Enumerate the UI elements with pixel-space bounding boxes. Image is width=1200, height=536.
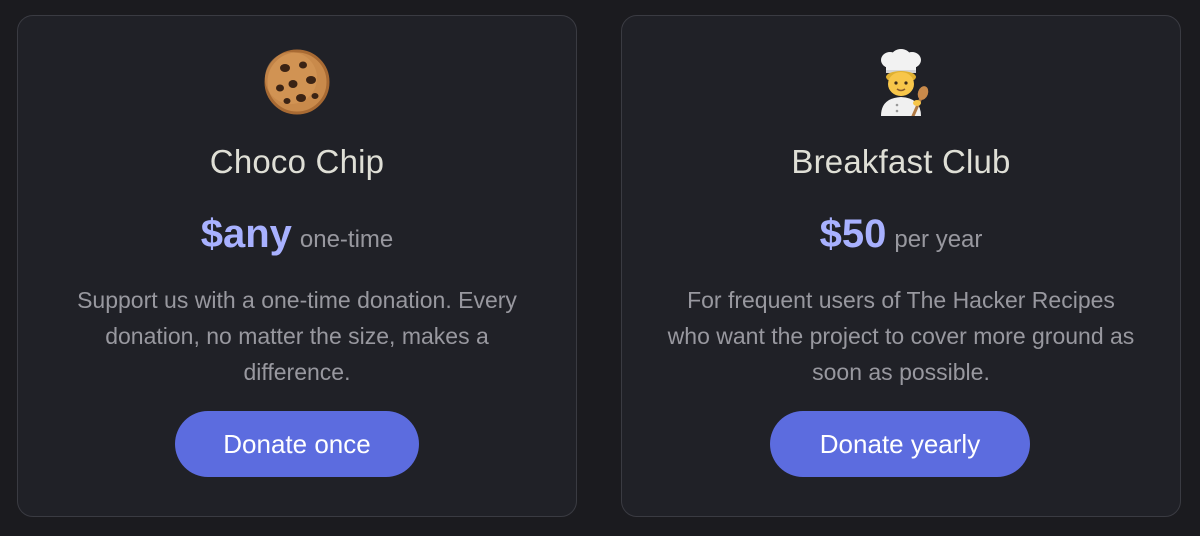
tier-title: Choco Chip	[209, 143, 385, 180]
price-row: $50 per year	[820, 209, 983, 259]
tier-card-choco-chip: Choco Chip $any one-time Support us with…	[17, 15, 577, 517]
tier-price: $50	[819, 212, 887, 256]
cookie-icon	[263, 48, 331, 116]
donate-once-button[interactable]: Donate once	[175, 411, 419, 477]
tier-card-breakfast-club: Breakfast Club $50 per year For frequent…	[621, 15, 1181, 517]
price-row: $any one-time	[201, 209, 394, 259]
donation-tiers: Choco Chip $any one-time Support us with…	[0, 0, 1200, 536]
tier-period: one-time	[299, 226, 394, 253]
tier-period: per year	[894, 226, 983, 253]
tier-description: For frequent users of The Hacker Recipes…	[667, 287, 1135, 385]
tier-title: Breakfast Club	[791, 143, 1011, 180]
tier-price: $any	[200, 212, 292, 256]
cook-icon	[867, 48, 935, 116]
donate-yearly-button[interactable]: Donate yearly	[770, 411, 1030, 477]
tier-description: Support us with a one-time donation. Eve…	[77, 287, 517, 385]
